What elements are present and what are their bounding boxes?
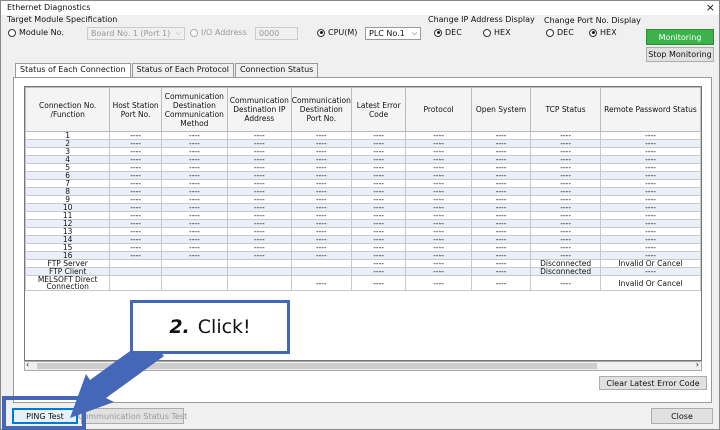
- callout-step: 2.: [169, 316, 190, 338]
- callout-arrow: [2, 338, 164, 430]
- callout-text: Click!: [197, 316, 251, 338]
- click-callout: 2. Click!: [130, 300, 290, 354]
